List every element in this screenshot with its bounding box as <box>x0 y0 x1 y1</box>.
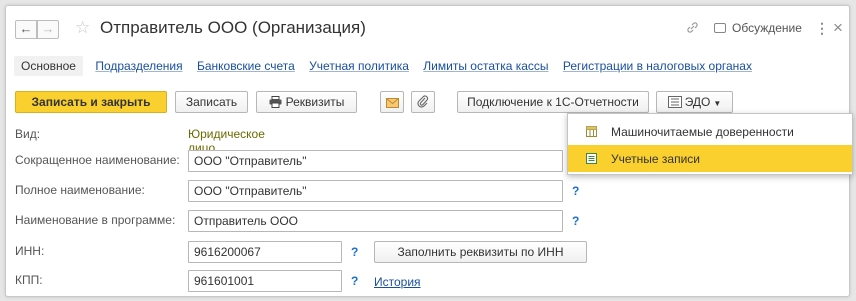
program-name-help-icon[interactable]: ? <box>572 214 579 228</box>
edo-label: ЭДО <box>684 95 711 109</box>
fill-by-inn-button[interactable]: Заполнить реквизиты по ИНН <box>374 241 587 263</box>
paperclip-icon <box>417 94 429 114</box>
vid-label: Вид: <box>15 127 41 141</box>
inn-label: ИНН: <box>15 244 45 258</box>
chevron-down-icon: ▼ <box>713 99 722 108</box>
edo-icon <box>667 94 682 114</box>
menu-item-machine-readable-poa[interactable]: Машиночитаемые доверенности <box>568 118 852 145</box>
tab-bar: Основное Подразделения Банковские счета … <box>14 56 763 78</box>
history-link[interactable]: История <box>374 275 421 289</box>
table-icon <box>586 126 597 137</box>
more-menu-icon[interactable]: ⋮ <box>815 20 829 37</box>
tab-main[interactable]: Основное <box>14 56 83 76</box>
menu-item-label: Учетные записи <box>611 152 700 166</box>
kpp-help-icon[interactable]: ? <box>351 274 358 288</box>
program-name-input[interactable]: Отправитель ООО <box>188 210 563 232</box>
short-name-input[interactable]: ООО "Отправитель" <box>188 150 563 172</box>
tab-tax-registrations[interactable]: Регистрации в налоговых органах <box>563 56 752 73</box>
connect-1c-reporting-button[interactable]: Подключение к 1С-Отчетности <box>457 91 649 113</box>
discussion-icon <box>714 23 726 33</box>
full-name-input[interactable]: ООО "Отправитель" <box>188 180 563 202</box>
printer-icon <box>269 94 282 114</box>
discussion-button[interactable]: Обсуждение <box>714 21 802 35</box>
edo-menu-button[interactable]: ЭДО ▼ <box>656 91 733 113</box>
tab-divisions[interactable]: Подразделения <box>95 56 182 73</box>
kpp-input[interactable]: 961601001 <box>188 270 342 292</box>
requisites-button[interactable]: Реквизиты <box>256 91 357 113</box>
save-button[interactable]: Записать <box>175 91 248 113</box>
email-button[interactable] <box>380 91 404 113</box>
full-name-label: Полное наименование: <box>15 183 145 197</box>
menu-item-label: Машиночитаемые доверенности <box>611 125 794 139</box>
discussion-label: Обсуждение <box>732 21 802 35</box>
title-bar: ← → ☆ Отправитель ООО (Организация) Обсу… <box>6 6 849 50</box>
menu-item-accounts[interactable]: Учетные записи <box>568 145 852 172</box>
save-and-close-button[interactable]: Записать и закрыть <box>15 91 167 113</box>
tab-accounting-policy[interactable]: Учетная политика <box>309 56 409 73</box>
envelope-icon <box>385 94 399 114</box>
requisites-label: Реквизиты <box>285 95 345 109</box>
window-title: Отправитель ООО (Организация) <box>100 18 366 37</box>
kpp-label: КПП: <box>15 273 43 287</box>
tab-bank-accounts[interactable]: Банковские счета <box>197 56 295 73</box>
full-name-help-icon[interactable]: ? <box>572 184 579 198</box>
document-icon <box>586 153 597 164</box>
forward-button[interactable]: → <box>37 20 59 39</box>
close-icon[interactable]: × <box>833 18 843 38</box>
short-name-label: Сокращенное наименование: <box>15 153 180 167</box>
favorite-star-icon[interactable]: ☆ <box>75 18 90 38</box>
link-icon[interactable] <box>686 21 699 37</box>
back-button[interactable]: ← <box>15 20 37 39</box>
inn-input[interactable]: 9616200067 <box>188 241 342 263</box>
edo-dropdown-menu: Машиночитаемые доверенности Учетные запи… <box>567 113 853 175</box>
tab-cash-limits[interactable]: Лимиты остатка кассы <box>423 56 548 73</box>
attach-button[interactable] <box>411 91 435 113</box>
inn-help-icon[interactable]: ? <box>351 245 358 259</box>
program-name-label: Наименование в программе: <box>15 213 176 227</box>
